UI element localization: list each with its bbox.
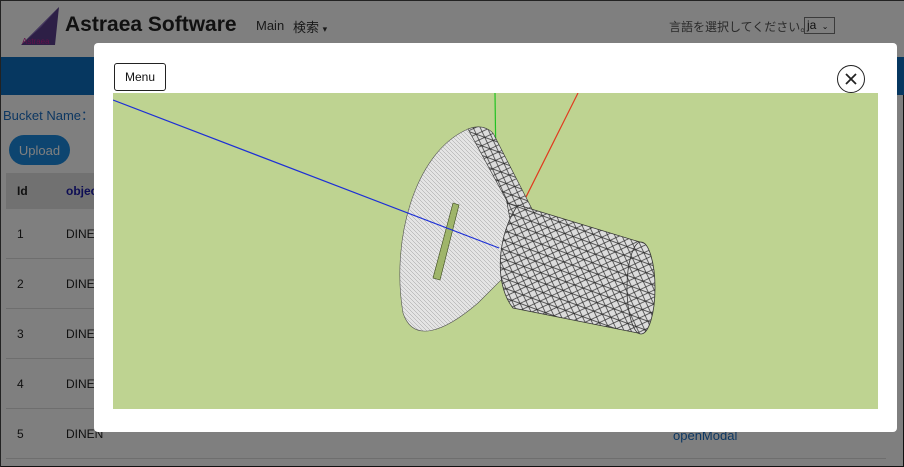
menu-button[interactable]: Menu — [114, 63, 166, 91]
close-icon — [845, 73, 857, 85]
close-button[interactable] — [837, 65, 865, 93]
model-viewer-modal: Menu — [94, 43, 897, 432]
3d-scene — [113, 93, 656, 335]
3d-viewer-canvas[interactable] — [113, 93, 878, 409]
screw-model — [399, 126, 656, 335]
